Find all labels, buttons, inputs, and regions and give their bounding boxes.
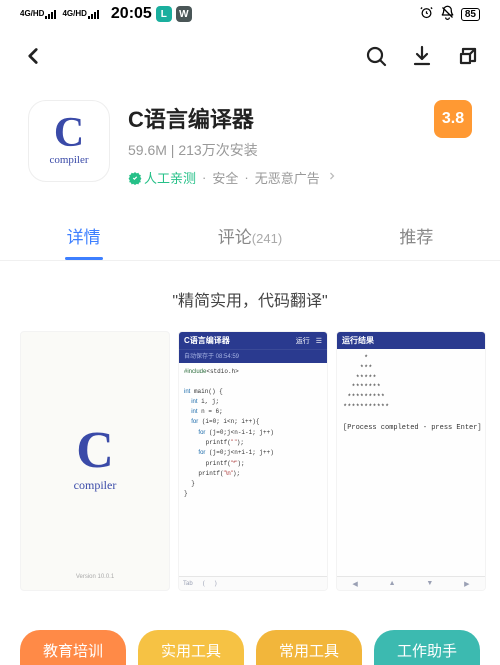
alarm-icon [419, 5, 434, 23]
share-button[interactable] [456, 44, 480, 73]
category-education[interactable]: 教育培训 [20, 630, 126, 665]
status-time: 20:05 [111, 5, 152, 23]
download-button[interactable] [410, 44, 434, 73]
screenshot-carousel[interactable]: C compiler Version 10.0.1 C语言编译器 运行 ☰ 自动… [0, 331, 500, 591]
safe-tag: 安全 [212, 168, 238, 187]
signal-2: 4G/HD [62, 10, 100, 19]
status-right: 85 [419, 5, 480, 23]
tabs: 详情 评论(241) 推荐 [0, 207, 500, 261]
screenshot-3[interactable]: 运行结果 * *** ***** ******* ********* *****… [336, 331, 486, 591]
category-work-assistant[interactable]: 工作助手 [374, 630, 480, 665]
screenshot-2[interactable]: C语言编译器 运行 ☰ 自动保存于 08:54:59 #include<stdi… [178, 331, 328, 591]
mute-icon [440, 5, 455, 23]
rating-badge: 3.8 [434, 100, 472, 138]
status-bar: 4G/HD 4G/HD 20:05 L W 85 [0, 0, 500, 28]
chevron-right-icon [326, 170, 338, 185]
tab-details[interactable]: 详情 [55, 213, 113, 260]
screenshot-1[interactable]: C compiler Version 10.0.1 [20, 331, 170, 591]
app-tags-row[interactable]: 人工亲测 · 安全 · 无恶意广告 [128, 168, 416, 187]
header-nav [0, 28, 500, 88]
verified-tag: 人工亲测 [128, 168, 196, 187]
status-left: 4G/HD 4G/HD 20:05 L W [20, 5, 192, 23]
app-meta: 59.6M | 213万次安装 [128, 140, 416, 160]
signal-1: 4G/HD [20, 10, 58, 19]
category-common-tools[interactable]: 常用工具 [256, 630, 362, 665]
tab-comments[interactable]: 评论(241) [206, 213, 294, 260]
category-pills: 教育培训 实用工具 常用工具 工作助手 [0, 630, 500, 665]
back-button[interactable] [20, 43, 46, 74]
category-utility[interactable]: 实用工具 [138, 630, 244, 665]
tab-recommend[interactable]: 推荐 [387, 213, 445, 260]
battery-indicator: 85 [461, 8, 480, 21]
app-info: C compiler C语言编译器 59.6M | 213万次安装 人工亲测 ·… [0, 88, 500, 207]
noads-tag: 无恶意广告 [255, 168, 320, 187]
app-title: C语言编译器 [128, 102, 416, 134]
status-app-icon-l: L [156, 6, 172, 22]
app-icon: C compiler [28, 100, 110, 182]
search-button[interactable] [364, 44, 388, 73]
status-app-icon-w: W [176, 6, 192, 22]
app-tagline: "精简实用，代码翻译" [0, 261, 500, 331]
